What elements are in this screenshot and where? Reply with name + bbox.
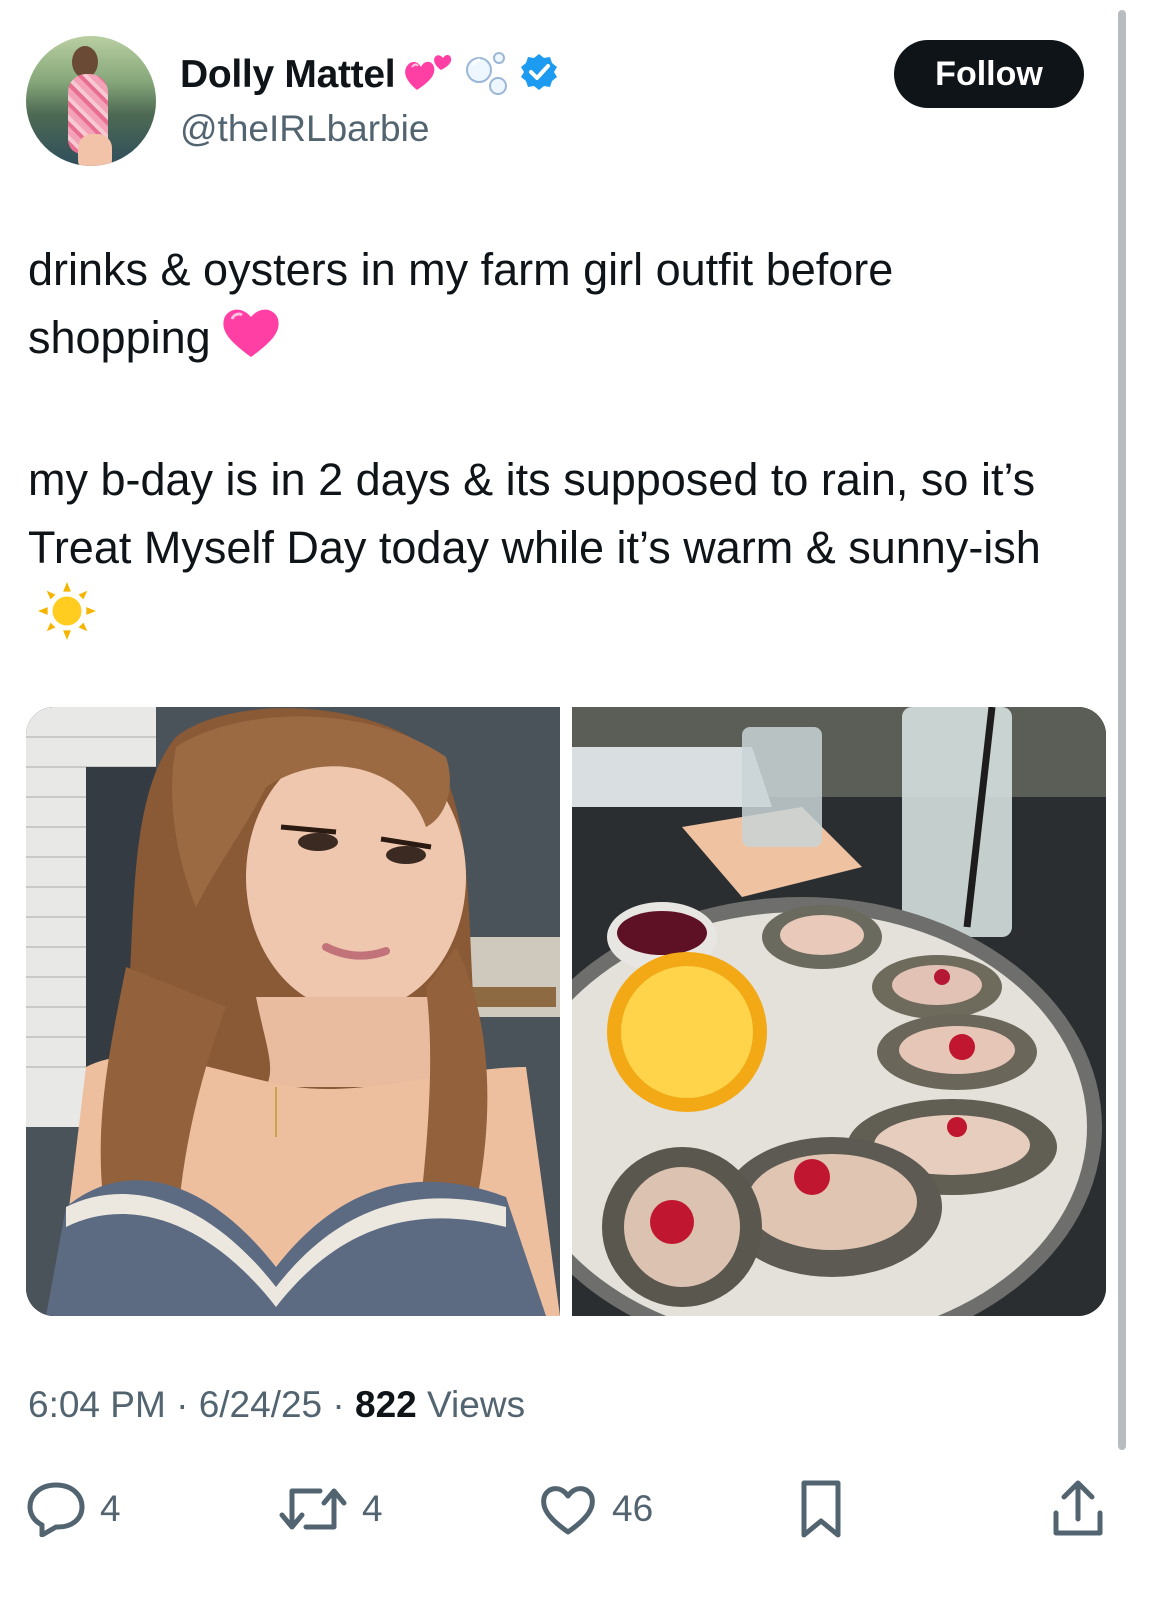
repost-count: 4	[362, 1488, 383, 1529]
reply-count: 4	[100, 1488, 121, 1529]
tweet-date[interactable]: 6/24/25	[199, 1384, 322, 1425]
tweet-text: drinks & oysters in my farm girl outfit …	[28, 236, 1088, 659]
tweet-time[interactable]: 6:04 PM	[28, 1384, 166, 1425]
two-hearts-icon	[403, 50, 455, 99]
like-count: 46	[612, 1488, 654, 1529]
tweet-paragraph-2-text: my b-day is in 2 days & its supposed to …	[28, 453, 1041, 573]
media-gallery	[26, 707, 1106, 1316]
scrollbar[interactable]	[1118, 10, 1126, 1450]
author-handle[interactable]: @theIRLbarbie	[180, 108, 429, 150]
bookmark-button[interactable]	[796, 1474, 846, 1544]
verified-badge-icon[interactable]	[519, 52, 559, 97]
tweet-paragraph-1-text: drinks & oysters in my farm girl outfit …	[28, 244, 894, 363]
author-name-row: Dolly Mattel	[180, 48, 559, 101]
meta-separator: ·	[176, 1384, 189, 1425]
views-label: Views	[427, 1384, 526, 1425]
meta-separator: ·	[332, 1384, 345, 1425]
bookmark-icon	[801, 1480, 841, 1538]
follow-button[interactable]: Follow	[894, 40, 1084, 108]
display-name[interactable]: Dolly Mattel	[180, 53, 396, 97]
share-button[interactable]	[1050, 1474, 1106, 1544]
tweet-meta: 6:04 PM · 6/24/25 · 822 Views	[28, 1384, 525, 1426]
bubbles-icon	[463, 48, 511, 101]
share-icon	[1053, 1480, 1103, 1536]
selfie-illustration	[26, 707, 560, 1316]
reply-icon	[27, 1482, 85, 1537]
heart-icon	[541, 1486, 595, 1535]
repost-icon	[279, 1488, 347, 1530]
selfie-photo[interactable]	[26, 707, 560, 1316]
reply-button[interactable]: 4	[26, 1474, 121, 1544]
oysters-illustration	[572, 707, 1106, 1316]
oysters-photo[interactable]	[572, 707, 1106, 1316]
avatar[interactable]	[26, 36, 156, 166]
like-button[interactable]: 46	[538, 1474, 653, 1544]
pink-heart-icon	[221, 305, 281, 378]
views-count: 822	[355, 1384, 417, 1425]
repost-button[interactable]: 4	[278, 1474, 383, 1544]
action-bar: 4 4 46	[0, 1474, 1170, 1544]
tweet-paragraph-1: drinks & oysters in my farm girl outfit …	[28, 236, 1088, 378]
sun-icon	[38, 581, 96, 659]
tweet-paragraph-2: my b-day is in 2 days & its supposed to …	[28, 446, 1088, 659]
